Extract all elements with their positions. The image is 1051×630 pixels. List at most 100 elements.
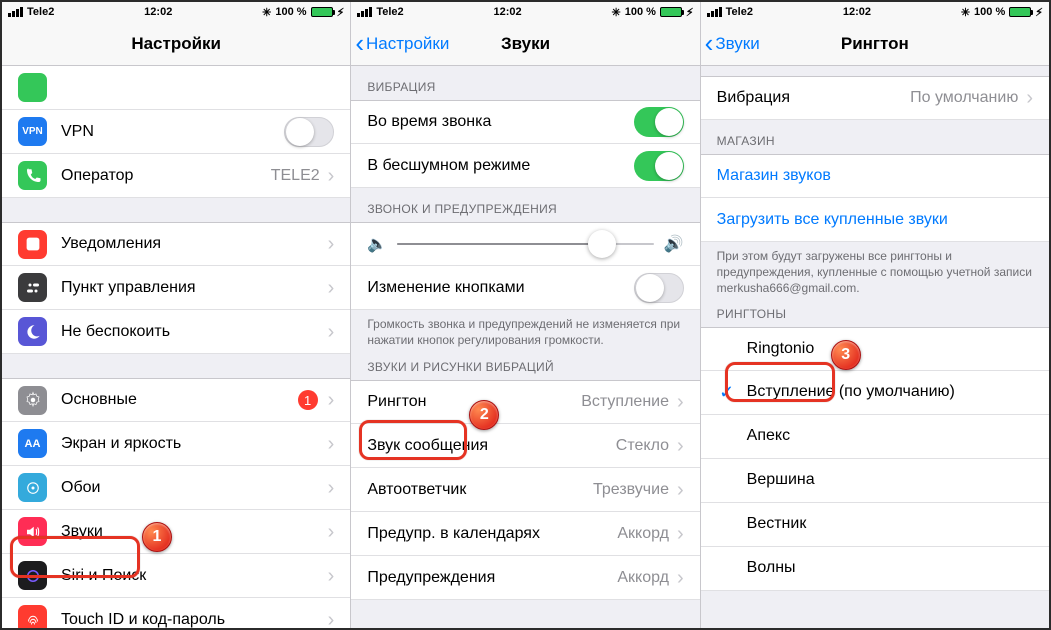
ringtone-item[interactable]: Вестник — [701, 503, 1049, 547]
battery-icon — [660, 7, 682, 17]
charging-icon: ⚡︎ — [337, 6, 345, 19]
row-touchid[interactable]: Touch ID и код-пароль › — [2, 598, 350, 628]
battery-label: 100 % — [275, 6, 306, 18]
control-center-icon — [18, 273, 47, 302]
header-store: МАГАЗИН — [701, 120, 1049, 154]
row-value: Трезвучие — [593, 481, 669, 499]
battery-icon — [311, 7, 333, 17]
row-label: Звук сообщения — [367, 437, 615, 455]
chevron-right-icon: › — [677, 392, 684, 412]
row-voicemail[interactable]: Автоответчик Трезвучие › — [351, 468, 699, 512]
vibe-ring-toggle[interactable] — [634, 107, 684, 137]
wallpaper-icon — [18, 473, 47, 502]
row-reminders[interactable]: Предупреждения Аккорд › — [351, 556, 699, 600]
ringtone-item[interactable]: Апекс — [701, 415, 1049, 459]
carrier-label: Tele2 — [27, 6, 54, 18]
row-control-center[interactable]: Пункт управления › — [2, 266, 350, 310]
chevron-left-icon: ‹ — [705, 28, 714, 59]
ringtone-item[interactable]: ✓ Вступление (по умолчанию) — [701, 371, 1049, 415]
signal-icon — [707, 7, 722, 17]
fingerprint-icon — [18, 605, 47, 628]
row-vpn[interactable]: VPN VPN — [2, 110, 350, 154]
row-value: По умолчанию — [910, 89, 1018, 107]
row-label: Магазин звуков — [717, 167, 1033, 185]
chevron-right-icon: › — [328, 610, 335, 629]
chevron-left-icon: ‹ — [355, 28, 364, 59]
row-wallpaper[interactable]: Обои › — [2, 466, 350, 510]
volume-slider-row[interactable]: 🔈 🔊 — [351, 222, 699, 266]
ringtone-item[interactable]: Волны — [701, 547, 1049, 591]
row-label: Загрузить все купленные звуки — [717, 211, 1033, 229]
vpn-toggle[interactable] — [284, 117, 334, 147]
row-vibration[interactable]: Вибрация По умолчанию › — [701, 76, 1049, 120]
carrier-label: Tele2 — [376, 6, 403, 18]
chevron-right-icon: › — [328, 478, 335, 498]
phone-icon — [18, 161, 47, 190]
row-operator[interactable]: Оператор TELE2 › — [2, 154, 350, 198]
row-label: Пункт управления — [61, 279, 324, 297]
chevron-right-icon: › — [677, 524, 684, 544]
row-label: Вступление (по умолчанию) — [747, 383, 1033, 401]
charging-icon: ⚡︎ — [686, 6, 694, 19]
row-value: Аккорд — [617, 569, 669, 587]
chevron-right-icon: › — [677, 480, 684, 500]
battery-label: 100 % — [625, 6, 656, 18]
ringtone-item[interactable]: Ringtonio — [701, 327, 1049, 371]
chevron-right-icon: › — [1026, 88, 1033, 108]
row-text-tone[interactable]: Звук сообщения Стекло › — [351, 424, 699, 468]
row-display[interactable]: AA Экран и яркость › — [2, 422, 350, 466]
notifications-icon — [18, 230, 47, 259]
footer-store: При этом будут загружены все рингтоны и … — [701, 242, 1049, 305]
row-vibe-ring[interactable]: Во время звонка — [351, 100, 699, 144]
display-icon: AA — [18, 429, 47, 458]
navbar: ‹Звуки Рингтон — [701, 22, 1049, 66]
sounds-icon — [18, 517, 47, 546]
row-value: Стекло — [616, 437, 669, 455]
header-sounds-patterns: ЗВУКИ И РИСУНКИ ВИБРАЦИЙ — [351, 356, 699, 380]
row-dnd[interactable]: Не беспокоить › — [2, 310, 350, 354]
bluetooth-icon: ✳︎ — [612, 6, 621, 19]
ringtone-item[interactable]: Вершина — [701, 459, 1049, 503]
battery-icon — [1009, 7, 1031, 17]
row-label: Вибрация — [717, 89, 910, 107]
row-unknown-top[interactable] — [2, 66, 350, 110]
chevron-right-icon: › — [328, 566, 335, 586]
status-bar: Tele2 12:02 ✳︎100 %⚡︎ — [351, 2, 699, 22]
row-sounds[interactable]: Звуки › — [2, 510, 350, 554]
row-value: TELE2 — [271, 167, 320, 185]
chevron-right-icon: › — [328, 434, 335, 454]
row-calendar[interactable]: Предупр. в календарях Аккорд › — [351, 512, 699, 556]
row-label: Апекс — [747, 427, 1033, 445]
screen-ringtone: Tele2 12:02 ✳︎100 %⚡︎ ‹Звуки Рингтон Виб… — [700, 2, 1049, 628]
row-label: Автоответчик — [367, 481, 593, 499]
row-label: Не беспокоить — [61, 323, 324, 341]
volume-slider[interactable] — [397, 243, 653, 245]
chevron-right-icon: › — [328, 390, 335, 410]
page-title: Звуки — [501, 34, 550, 54]
row-label: Изменение кнопками — [367, 279, 633, 297]
row-siri[interactable]: Siri и Поиск › — [2, 554, 350, 598]
row-general[interactable]: Основные 1 › — [2, 378, 350, 422]
row-label: Предупреждения — [367, 569, 617, 587]
row-download-all[interactable]: Загрузить все купленные звуки — [701, 198, 1049, 242]
row-notifications[interactable]: Уведомления › — [2, 222, 350, 266]
back-button[interactable]: ‹Настройки — [355, 22, 449, 65]
back-button[interactable]: ‹Звуки — [705, 22, 760, 65]
row-volume-buttons[interactable]: Изменение кнопками — [351, 266, 699, 310]
update-badge: 1 — [298, 390, 318, 410]
row-vibe-silent[interactable]: В бесшумном режиме — [351, 144, 699, 188]
header-ringtones: РИНГТОНЫ — [701, 305, 1049, 327]
row-label: Волны — [747, 559, 1033, 577]
row-ringtone[interactable]: Рингтон Вступление › — [351, 380, 699, 424]
bluetooth-icon: ✳︎ — [961, 6, 970, 19]
vibe-silent-toggle[interactable] — [634, 151, 684, 181]
signal-icon — [8, 7, 23, 17]
moon-icon — [18, 317, 47, 346]
row-tone-store[interactable]: Магазин звуков — [701, 154, 1049, 198]
chevron-right-icon: › — [677, 568, 684, 588]
volume-high-icon: 🔊 — [664, 234, 684, 254]
status-bar: Tele2 12:02 ✳︎100 %⚡︎ — [701, 2, 1049, 22]
chevron-right-icon: › — [328, 522, 335, 542]
volume-buttons-toggle[interactable] — [634, 273, 684, 303]
bluetooth-icon: ✳︎ — [262, 6, 271, 19]
